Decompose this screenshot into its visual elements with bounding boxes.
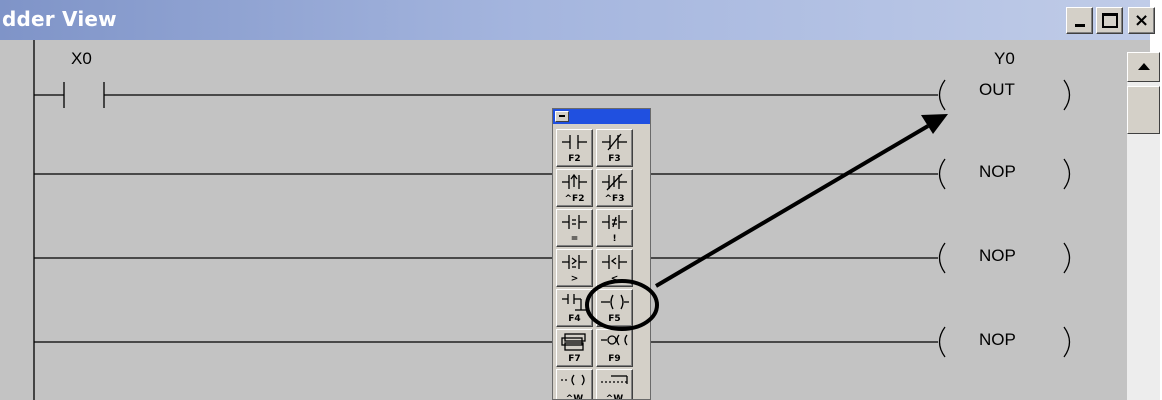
annotation-overlay (585, 114, 948, 331)
annotation-arrowhead (921, 114, 948, 134)
annotation-arrow-line (654, 124, 930, 288)
highlight-circle (585, 279, 659, 331)
ladder-view-window: dder View × X0 Y0 OUT NOP NOP NOP F2 F3 … (0, 0, 1162, 400)
